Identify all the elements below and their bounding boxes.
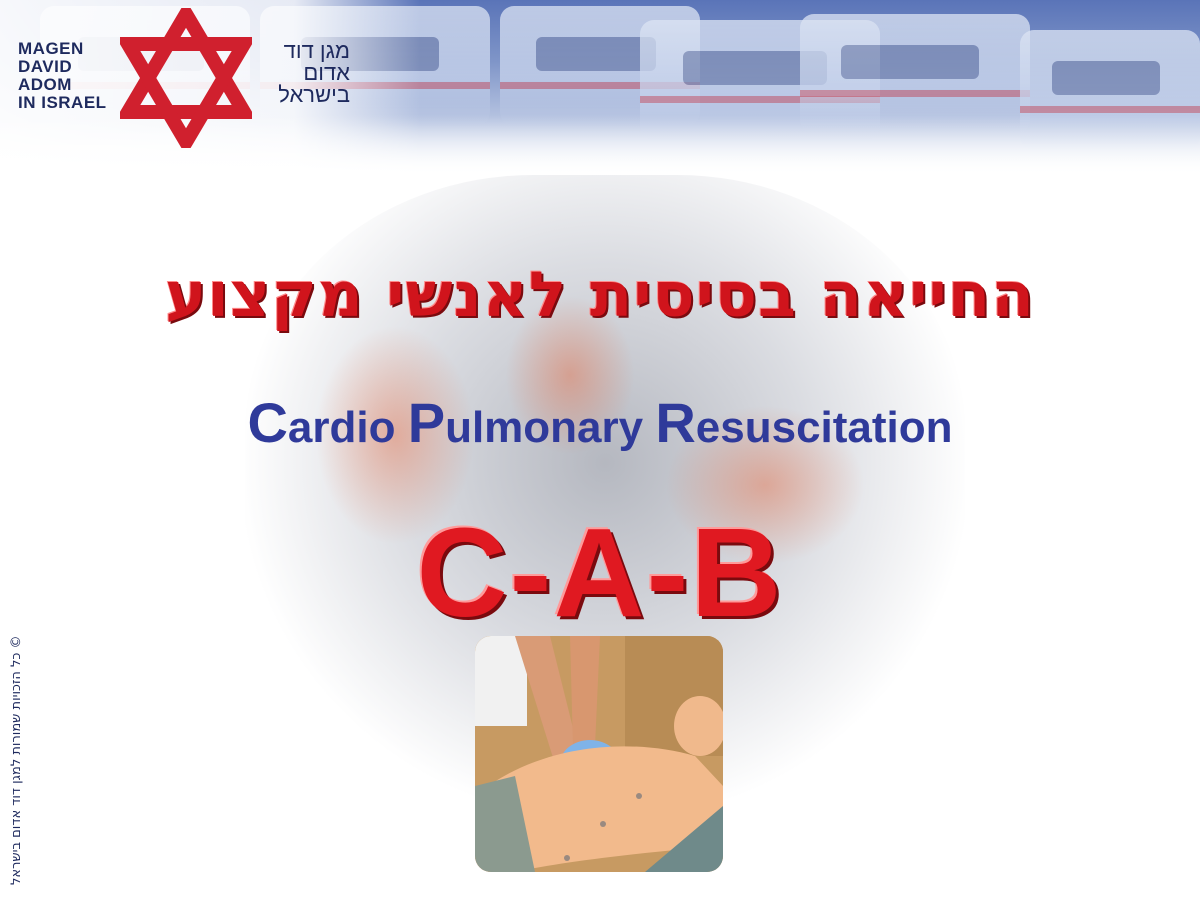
cab-sequence-title: C-A-B xyxy=(416,502,784,643)
logo-english-text: MAGEN DAVID ADOM IN ISRAEL xyxy=(18,39,107,112)
copyright-notice: © כל הזכויות שמורות למגן דוד אדום בישראל xyxy=(9,635,24,885)
logo-hebrew-text: מגן דוד אדום בישראל xyxy=(278,38,350,107)
star-of-david-icon xyxy=(120,8,252,148)
cpr-compression-photo xyxy=(475,636,723,872)
slide: MAGEN DAVID ADOM IN ISRAEL מגן דוד אדום … xyxy=(0,0,1200,899)
hebrew-title: החייאה בסיסית לאנשי מקצוע xyxy=(165,258,1035,331)
english-title: Cardio Pulmonary Resuscitation xyxy=(247,391,953,454)
